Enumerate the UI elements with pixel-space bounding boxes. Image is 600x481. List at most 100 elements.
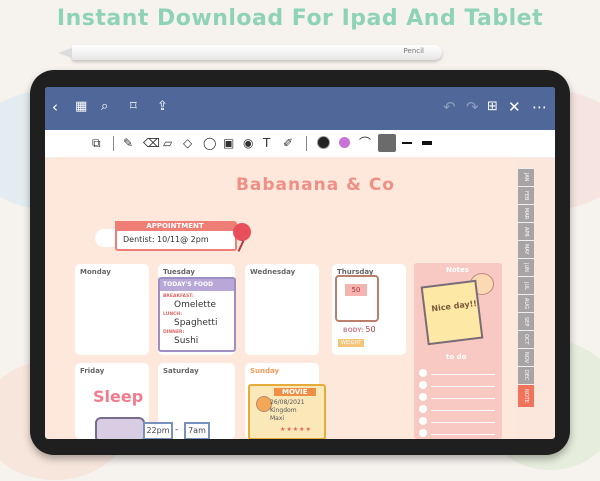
weight-tag: WEIGHT (338, 339, 365, 347)
movie-name: Kingdom (270, 407, 297, 414)
color-swatch-black[interactable] (317, 136, 330, 149)
sticky-note-text: Nice day!! (430, 298, 478, 314)
todo-line (431, 386, 495, 387)
scale-display: 50 (345, 284, 367, 296)
tab-feb[interactable]: FEB (518, 186, 534, 204)
appointment-text: Dentist: 10/11@ 2pm (123, 235, 209, 244)
day-label: Tuesday (163, 268, 195, 276)
sleep-title: Sleep (93, 387, 144, 406)
notes-title: Notes (446, 266, 469, 274)
todays-food-sticker[interactable]: TODAY'S FOOD BREAKFAST: Omelette LUNCH: … (158, 277, 236, 352)
tab-jan[interactable]: JAN (518, 168, 534, 186)
divider (306, 136, 307, 151)
grid-icon[interactable]: ▦ (75, 98, 87, 116)
brand-title: Babanana & Co (235, 175, 395, 195)
tab-jul[interactable]: JUL (518, 276, 534, 294)
dinner-value: Sushi (174, 336, 199, 346)
lunch-label: LUNCH: (163, 312, 182, 317)
shapes-icon[interactable]: ◇ (183, 135, 192, 151)
weight-value: 50 (365, 325, 376, 334)
todo-line (431, 374, 495, 375)
redo-icon[interactable]: ↷ (466, 98, 479, 116)
back-icon[interactable]: ‹ (52, 98, 58, 116)
share-icon[interactable]: ⇪ (157, 98, 168, 116)
crop-tool-icon[interactable]: ⧉ (92, 135, 101, 151)
todo-line (431, 410, 495, 411)
day-label: Sunday (250, 367, 280, 375)
stroke-thin-button[interactable] (378, 134, 396, 152)
todo-line (431, 398, 495, 399)
movie-sticker[interactable]: MOVIE 26/08/2021 Kingdom Maxi ★★★★★ (248, 384, 326, 439)
sleep-dash: - (175, 425, 179, 435)
tablet-device: ‹ ▦ ⌕ ⌑ ⇪ ↶ ↷ ⊞ ✕ ⋯ ⧉ ✎ ⌫ ▱ ◇ ◯ ▣ ◉ T ✐ … (30, 70, 570, 455)
breakfast-value: Omelette (174, 300, 217, 310)
tab-note[interactable]: NOTE (518, 384, 534, 407)
pin-icon (233, 223, 251, 241)
todo-checkbox[interactable] (419, 381, 427, 389)
stroke-thick-button[interactable] (422, 141, 432, 145)
tab-dec[interactable]: DEC (518, 366, 534, 384)
more-icon[interactable]: ⋯ (532, 98, 547, 116)
tab-aug[interactable]: AUG (518, 294, 534, 312)
todo-checkbox[interactable] (419, 429, 427, 437)
sticky-note[interactable]: Nice day!! (420, 279, 484, 346)
marker-icon[interactable]: ✐ (283, 135, 293, 151)
movie-date: 26/08/2021 (270, 399, 305, 406)
stroke-medium-button[interactable] (402, 142, 412, 144)
todo-checkbox[interactable] (419, 393, 427, 401)
lasso-icon[interactable]: ◯ (203, 135, 216, 151)
eraser-icon[interactable]: ⌫ (143, 135, 160, 151)
pencil-label: Pencil (403, 47, 424, 55)
divider (113, 136, 114, 151)
text-icon[interactable]: T (263, 135, 270, 151)
highlighter-icon[interactable]: ▱ (163, 135, 172, 151)
todo-line (431, 422, 495, 423)
todo-line (431, 434, 495, 435)
day-label: Wednesday (250, 268, 296, 276)
image-icon[interactable]: ▣ (223, 135, 234, 151)
search-icon[interactable]: ⌕ (101, 98, 108, 116)
dinner-label: DINNER: (163, 330, 185, 335)
bookmark-icon[interactable]: ⌑ (130, 98, 137, 116)
appointment-title: APPOINTMENT (115, 221, 235, 231)
tab-jun[interactable]: JUN (518, 258, 534, 276)
food-title: TODAY'S FOOD (160, 279, 234, 291)
todo-checkbox[interactable] (419, 405, 427, 413)
planner-page: Babanana & Co APPOINTMENT Dentist: 10/11… (55, 157, 515, 439)
todo-title: to do (446, 353, 467, 361)
sleep-mask-icon (95, 417, 145, 439)
tab-may[interactable]: MAY (518, 240, 534, 258)
tablet-screen: ‹ ▦ ⌕ ⌑ ⇪ ↶ ↷ ⊞ ✕ ⋯ ⧉ ✎ ⌫ ▱ ◇ ◯ ▣ ◉ T ✐ … (45, 87, 555, 439)
stroke-curve-icon[interactable]: ⌒ (359, 135, 371, 151)
camera-icon[interactable]: ◉ (243, 135, 253, 151)
day-label: Monday (80, 268, 111, 276)
tab-mar[interactable]: MAR (518, 204, 534, 222)
add-page-icon[interactable]: ⊞ (487, 98, 498, 116)
weight-label: BODY: (343, 327, 364, 334)
movie-title: MOVIE (274, 388, 316, 396)
lunch-value: Spaghetti (174, 318, 218, 328)
weight-line: BODY: 50 (343, 325, 376, 334)
tab-nov[interactable]: NOV (518, 348, 534, 366)
appointment-card[interactable]: APPOINTMENT Dentist: 10/11@ 2pm (115, 221, 237, 251)
tab-apr[interactable]: APR (518, 222, 534, 240)
day-label: Friday (80, 367, 105, 375)
color-swatch-purple[interactable] (339, 137, 350, 148)
drawing-toolbar: ⧉ ✎ ⌫ ▱ ◇ ◯ ▣ ◉ T ✐ ⌒ (45, 130, 555, 158)
sleep-end[interactable]: 7am (184, 422, 210, 439)
scale-sticker[interactable]: 50 (335, 275, 379, 322)
tab-sep[interactable]: SEP (518, 312, 534, 330)
undo-icon[interactable]: ↶ (443, 98, 456, 116)
promo-headline: Instant Download For Ipad And Tablet (56, 6, 544, 31)
sleep-start[interactable]: 22pm (143, 422, 173, 439)
movie-with: Maxi (270, 415, 285, 422)
pen-icon[interactable]: ✎ (123, 135, 133, 151)
movie-rating-stars: ★★★★★ (280, 426, 312, 433)
todo-checkbox[interactable] (419, 417, 427, 425)
close-icon[interactable]: ✕ (508, 98, 521, 116)
day-card-monday[interactable]: Monday (75, 264, 149, 355)
notes-panel[interactable]: Notes Nice day!! to do (414, 263, 502, 439)
todo-checkbox[interactable] (419, 369, 427, 377)
day-card-wednesday[interactable]: Wednesday (245, 264, 319, 355)
tab-oct[interactable]: OCT (518, 330, 534, 348)
